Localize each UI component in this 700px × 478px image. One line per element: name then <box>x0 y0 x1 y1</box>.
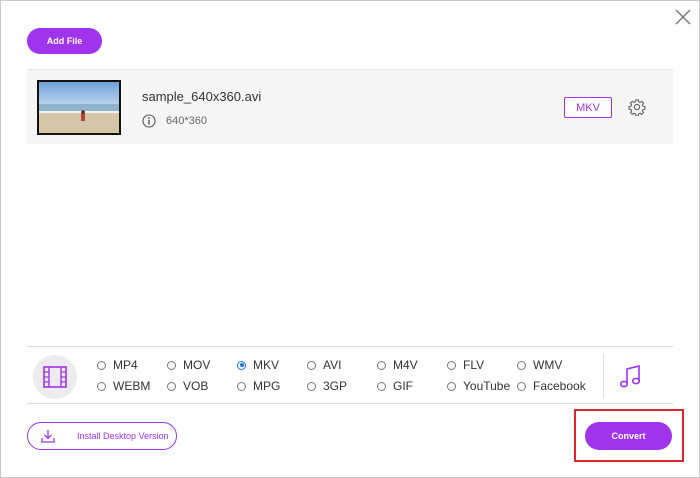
file-name: sample_640x360.avi <box>142 89 262 104</box>
close-icon[interactable] <box>674 8 692 26</box>
format-label: FLV <box>463 358 485 372</box>
film-icon <box>43 366 67 388</box>
format-label: VOB <box>183 379 209 393</box>
format-option-wmv[interactable]: WMV <box>517 358 562 372</box>
format-label: M4V <box>393 358 418 372</box>
download-icon <box>41 430 55 443</box>
install-desktop-label: Install Desktop Version <box>77 431 169 441</box>
radio-avi[interactable] <box>307 360 316 370</box>
format-option-flv[interactable]: FLV <box>447 358 484 372</box>
file-resolution: 640*360 <box>166 115 207 127</box>
gear-icon[interactable] <box>628 98 646 116</box>
radio-mov[interactable] <box>167 360 176 370</box>
format-label: WMV <box>533 358 563 372</box>
format-label: YouTube <box>463 379 511 393</box>
video-category-button[interactable] <box>33 355 77 399</box>
video-thumbnail <box>37 80 121 135</box>
format-label: MOV <box>183 358 211 372</box>
radio-mp4[interactable] <box>97 360 106 370</box>
output-format-badge[interactable]: MKV <box>564 97 612 118</box>
install-desktop-button[interactable]: Install Desktop Version <box>27 422 177 450</box>
radio-facebook[interactable] <box>517 381 526 391</box>
file-row: sample_640x360.avi 640*360 MKV <box>27 69 673 144</box>
radio-3gp[interactable] <box>307 381 316 391</box>
radio-vob[interactable] <box>167 381 176 391</box>
format-option-mpg[interactable]: MPG <box>237 379 280 393</box>
format-label: GIF <box>393 379 413 393</box>
format-option-facebook[interactable]: Facebook <box>517 379 586 393</box>
add-file-button[interactable]: Add File <box>27 28 102 54</box>
info-icon[interactable] <box>142 114 156 128</box>
radio-webm[interactable] <box>97 381 106 391</box>
convert-button[interactable]: Convert <box>585 422 672 450</box>
format-label: AVI <box>323 358 342 372</box>
format-option-avi[interactable]: AVI <box>307 358 341 372</box>
music-note-icon[interactable] <box>618 364 642 390</box>
format-label: Facebook <box>533 379 586 393</box>
radio-m4v[interactable] <box>377 360 386 370</box>
format-option-webm[interactable]: WEBM <box>97 379 150 393</box>
format-option-youtube[interactable]: YouTube <box>447 379 510 393</box>
format-option-mov[interactable]: MOV <box>167 358 210 372</box>
radio-wmv[interactable] <box>517 360 526 370</box>
format-label: WEBM <box>113 379 151 393</box>
format-label: MP4 <box>113 358 138 372</box>
format-option-vob[interactable]: VOB <box>167 379 208 393</box>
radio-mpg[interactable] <box>237 381 246 391</box>
radio-mkv[interactable] <box>237 360 246 370</box>
format-option-gif[interactable]: GIF <box>377 379 413 393</box>
format-option-3gp[interactable]: 3GP <box>307 379 347 393</box>
format-option-mkv[interactable]: MKV <box>237 358 279 372</box>
category-divider <box>603 354 604 398</box>
format-label: MKV <box>253 358 280 372</box>
radio-youtube[interactable] <box>447 381 456 391</box>
format-option-mp4[interactable]: MP4 <box>97 358 138 372</box>
radio-flv[interactable] <box>447 360 456 370</box>
format-label: MPG <box>253 379 281 393</box>
format-selector-panel: MP4 MOV MKV AVI M4V FLV WMV WEBM VOB MPG… <box>27 346 673 404</box>
format-label: 3GP <box>323 379 348 393</box>
radio-gif[interactable] <box>377 381 386 391</box>
format-option-m4v[interactable]: M4V <box>377 358 418 372</box>
